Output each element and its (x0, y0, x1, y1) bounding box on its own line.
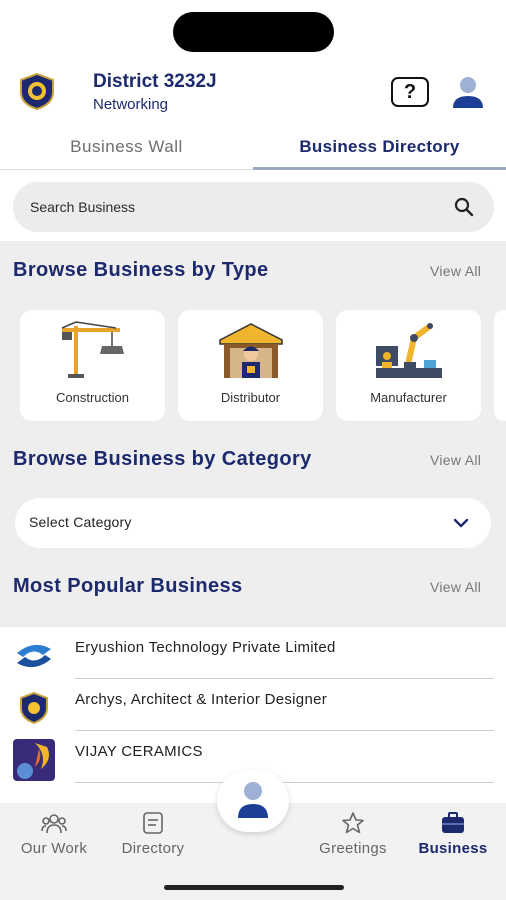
nav-label: Greetings (319, 840, 387, 857)
browse-section: Browse Business by Type View All Constru… (0, 241, 506, 627)
category-select[interactable]: Select Category (15, 498, 491, 548)
browse-category-view-all-link[interactable]: View All (430, 452, 481, 468)
browse-type-title: Browse Business by Type (13, 259, 269, 281)
status-bar (0, 0, 506, 62)
type-label: Distributor (220, 390, 281, 405)
type-card-partial[interactable] (494, 310, 506, 421)
divider (75, 782, 494, 783)
category-select-label: Select Category (29, 514, 132, 530)
type-card-distributor[interactable]: Distributor (178, 310, 323, 421)
user-icon (453, 77, 483, 108)
nav-greetings[interactable]: Greetings (303, 811, 403, 861)
center-profile-button[interactable] (217, 770, 289, 832)
list-item[interactable]: Archys, Architect & Interior Designer (0, 679, 506, 731)
tab-business-wall[interactable]: Business Wall (0, 124, 253, 170)
popular-view-all-link[interactable]: View All (430, 579, 481, 595)
nav-label: Business (418, 840, 488, 857)
crane-icon (61, 321, 124, 378)
nav-directory[interactable]: Directory (103, 811, 203, 861)
search-area (0, 171, 506, 241)
business-name: Eryushion Technology Private Limited (75, 639, 336, 656)
search-input[interactable] (30, 197, 430, 217)
popular-title: Most Popular Business (13, 575, 243, 597)
nav-label: Our Work (20, 840, 88, 857)
tab-bar: Business Wall Business Directory (0, 124, 506, 170)
app-subtitle: Networking (93, 96, 169, 113)
type-label: Manufacturer (370, 390, 447, 405)
nav-label: Directory (121, 840, 185, 857)
type-label: Construction (56, 390, 129, 405)
search-box[interactable] (13, 182, 494, 232)
nav-our-work[interactable]: Our Work (4, 811, 104, 861)
user-icon (238, 782, 268, 818)
tab-business-directory[interactable]: Business Directory (253, 124, 506, 170)
profile-button[interactable] (450, 74, 486, 110)
lions-club-logo-icon (18, 72, 56, 111)
book-icon (143, 812, 163, 834)
home-indicator (164, 885, 344, 890)
type-card-construction[interactable]: Construction (20, 310, 165, 421)
star-icon (342, 812, 364, 834)
business-logo (13, 635, 55, 677)
dynamic-island (173, 12, 334, 52)
business-name: Archys, Architect & Interior Designer (75, 691, 328, 708)
robot-arm-icon (376, 323, 442, 378)
browse-type-view-all-link[interactable]: View All (430, 263, 481, 279)
app-header: District 3232J Networking ? (0, 62, 506, 124)
app-title: District 3232J (93, 71, 217, 92)
briefcase-icon (442, 812, 464, 833)
people-icon (41, 814, 67, 834)
business-name: VIJAY CERAMICS (75, 743, 203, 760)
search-icon[interactable] (453, 196, 475, 218)
nav-business[interactable]: Business (403, 811, 503, 861)
business-logo (13, 739, 55, 781)
active-tab-indicator (253, 167, 506, 170)
browse-category-title: Browse Business by Category (13, 448, 312, 470)
help-button[interactable]: ? (391, 77, 429, 107)
question-box-icon: ? (403, 80, 417, 103)
list-item[interactable]: Eryushion Technology Private Limited (0, 627, 506, 679)
type-card-manufacturer[interactable]: Manufacturer (336, 310, 481, 421)
business-logo (13, 687, 55, 729)
chevron-down-icon (453, 518, 469, 528)
warehouse-worker-icon (219, 323, 283, 378)
